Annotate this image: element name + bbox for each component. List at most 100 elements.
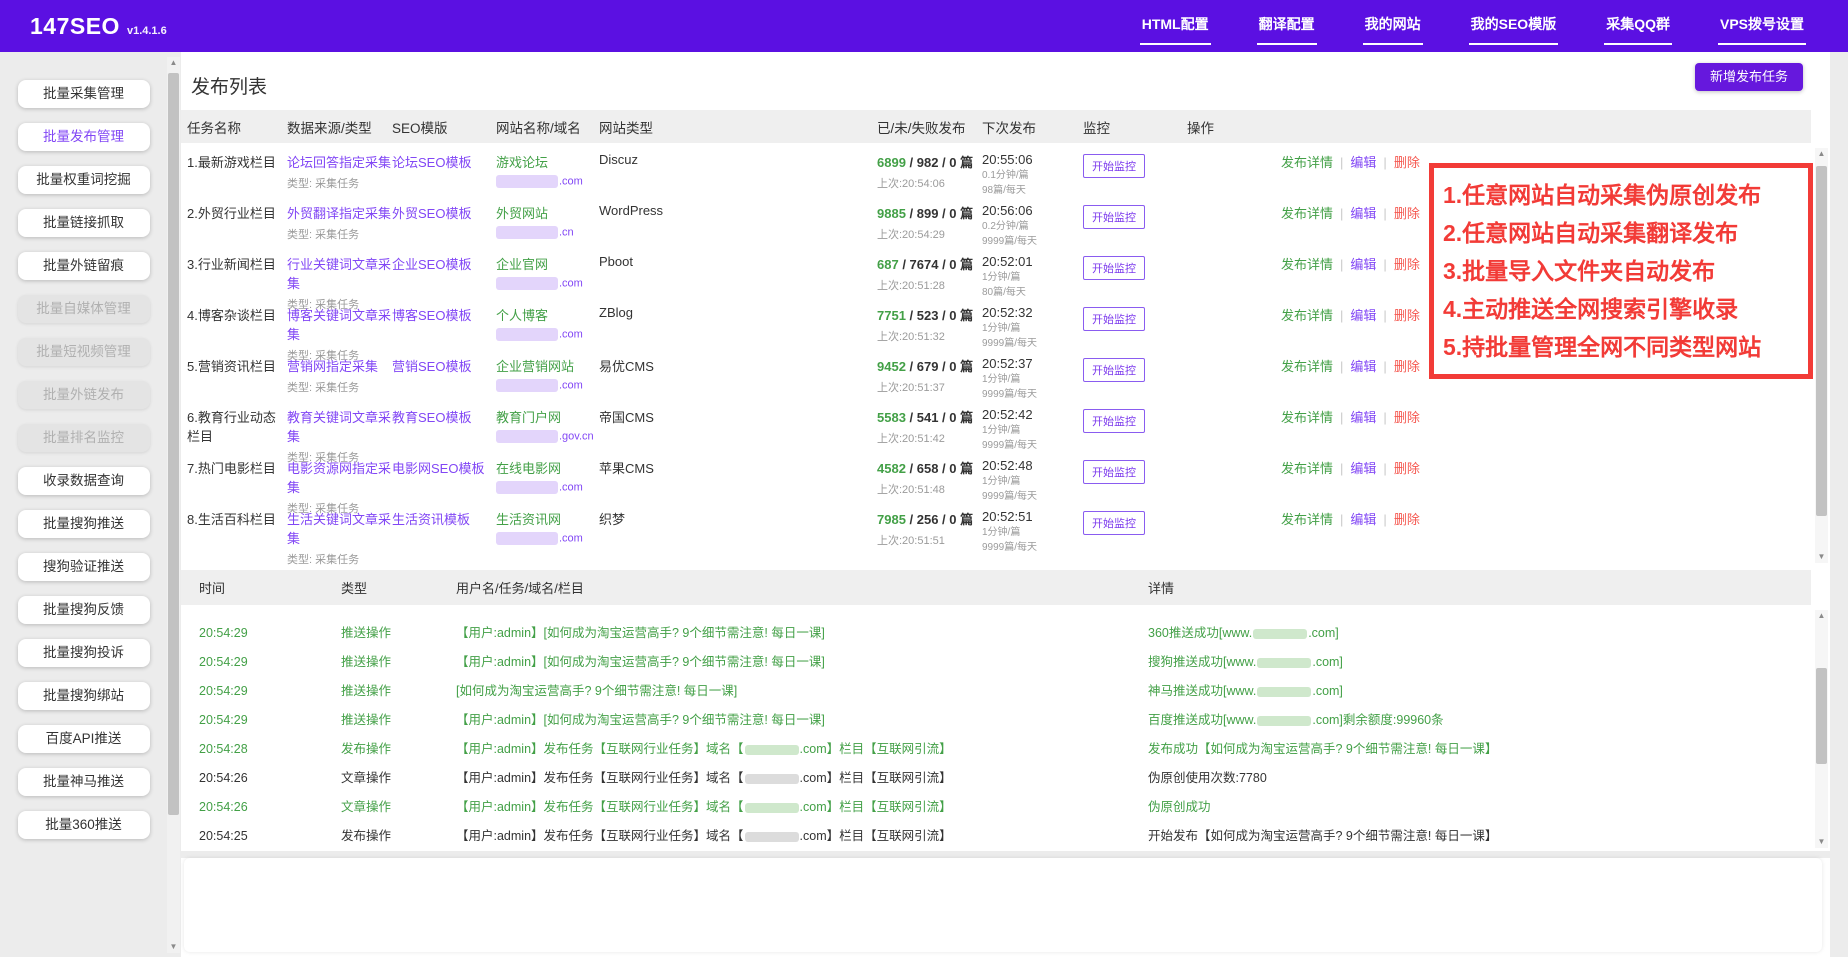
template-link[interactable]: 企业SEO模板 bbox=[392, 257, 471, 272]
site-domain[interactable]: .com bbox=[496, 481, 599, 494]
domain-suffix: .com bbox=[559, 328, 583, 340]
start-monitor-button[interactable]: 开始监控 bbox=[1083, 511, 1145, 535]
sidebar-item-13[interactable]: 批量搜狗反馈 bbox=[18, 596, 150, 624]
publish-detail-link[interactable]: 发布详情 bbox=[1281, 155, 1333, 170]
sidebar-item-10[interactable]: 收录数据查询 bbox=[18, 467, 150, 495]
published-count: 5583 bbox=[877, 410, 906, 425]
scroll-down-icon[interactable]: ▼ bbox=[167, 941, 180, 953]
nav-item-1[interactable]: HTML配置 bbox=[1140, 8, 1211, 45]
sidebar-item-3[interactable]: 批量权重词挖掘 bbox=[18, 166, 150, 194]
sidebar-item-14[interactable]: 批量搜狗投诉 bbox=[18, 639, 150, 667]
edit-link[interactable]: 编辑 bbox=[1350, 410, 1376, 425]
source-link[interactable]: 论坛回答指定采集 bbox=[287, 152, 392, 171]
scrollbar-thumb[interactable] bbox=[168, 73, 179, 815]
nav-item-6[interactable]: VPS拨号设置 bbox=[1718, 8, 1806, 45]
sidebar-scrollbar[interactable]: ▲ ▼ bbox=[167, 57, 180, 953]
template-link[interactable]: 教育SEO模板 bbox=[392, 410, 471, 425]
sidebar-item-18[interactable]: 批量360推送 bbox=[18, 811, 150, 839]
start-monitor-button[interactable]: 开始监控 bbox=[1083, 154, 1145, 178]
delete-link[interactable]: 删除 bbox=[1394, 257, 1420, 272]
delete-link[interactable]: 删除 bbox=[1394, 512, 1420, 527]
scroll-up-icon[interactable]: ▲ bbox=[1815, 148, 1828, 160]
delete-link[interactable]: 删除 bbox=[1394, 308, 1420, 323]
redacted-domain bbox=[1257, 687, 1311, 697]
publish-detail-link[interactable]: 发布详情 bbox=[1281, 206, 1333, 221]
publish-detail-link[interactable]: 发布详情 bbox=[1281, 410, 1333, 425]
site-domain[interactable]: .com bbox=[496, 328, 599, 341]
publish-detail-link[interactable]: 发布详情 bbox=[1281, 512, 1333, 527]
log-time: 20:54:29 bbox=[199, 619, 341, 648]
nav-item-4[interactable]: 我的SEO模版 bbox=[1469, 8, 1559, 45]
nav-item-2[interactable]: 翻译配置 bbox=[1257, 8, 1317, 45]
sidebar-item-2[interactable]: 批量发布管理 bbox=[18, 123, 150, 151]
site-domain[interactable]: .cn bbox=[496, 226, 599, 239]
delete-link[interactable]: 删除 bbox=[1394, 461, 1420, 476]
edit-link[interactable]: 编辑 bbox=[1350, 359, 1376, 374]
start-monitor-button[interactable]: 开始监控 bbox=[1083, 256, 1145, 280]
sidebar-item-4[interactable]: 批量链接抓取 bbox=[18, 209, 150, 237]
scrollbar-thumb[interactable] bbox=[1816, 166, 1827, 516]
task-name: 8.生活百科栏目 bbox=[187, 509, 287, 567]
redacted-domain bbox=[496, 328, 558, 341]
app-logo-text: 147SEO bbox=[30, 13, 120, 40]
start-monitor-button[interactable]: 开始监控 bbox=[1083, 409, 1145, 433]
site-domain[interactable]: .gov.cn bbox=[496, 430, 599, 443]
template-link[interactable]: 外贸SEO模板 bbox=[392, 206, 471, 221]
delete-link[interactable]: 删除 bbox=[1394, 359, 1420, 374]
task-table-scrollbar[interactable]: ▲ ▼ bbox=[1815, 148, 1828, 563]
source-link[interactable]: 电影资源网指定采集 bbox=[287, 458, 392, 496]
sidebar-item-17[interactable]: 批量神马推送 bbox=[18, 768, 150, 796]
nav-item-5[interactable]: 采集QQ群 bbox=[1604, 8, 1672, 45]
scroll-up-icon[interactable]: ▲ bbox=[167, 57, 180, 69]
publish-detail-link[interactable]: 发布详情 bbox=[1281, 359, 1333, 374]
sidebar-item-11[interactable]: 批量搜狗推送 bbox=[18, 510, 150, 538]
source-link[interactable]: 生活关键词文章采集 bbox=[287, 509, 392, 547]
template-link[interactable]: 博客SEO模板 bbox=[392, 308, 471, 323]
sidebar-item-1[interactable]: 批量采集管理 bbox=[18, 80, 150, 108]
template-link[interactable]: 营销SEO模板 bbox=[392, 359, 471, 374]
log-table-scrollbar[interactable]: ▲ ▼ bbox=[1815, 610, 1828, 848]
edit-link[interactable]: 编辑 bbox=[1350, 206, 1376, 221]
publish-detail-link[interactable]: 发布详情 bbox=[1281, 461, 1333, 476]
scroll-up-icon[interactable]: ▲ bbox=[1815, 610, 1828, 622]
edit-link[interactable]: 编辑 bbox=[1350, 461, 1376, 476]
last-publish-time: 上次:20:51:37 bbox=[877, 379, 982, 395]
source-link[interactable]: 行业关键词文章采集 bbox=[287, 254, 392, 292]
scroll-down-icon[interactable]: ▼ bbox=[1815, 836, 1828, 848]
edit-link[interactable]: 编辑 bbox=[1350, 512, 1376, 527]
scrollbar-thumb[interactable] bbox=[1816, 668, 1827, 764]
nav-item-3[interactable]: 我的网站 bbox=[1363, 8, 1423, 45]
template-link[interactable]: 电影网SEO模板 bbox=[392, 461, 484, 476]
template-link[interactable]: 生活资讯模板 bbox=[392, 512, 470, 527]
counts-line: 687 / 7674 / 0 篇 bbox=[877, 254, 982, 273]
site-domain[interactable]: .com bbox=[496, 379, 599, 392]
template-link[interactable]: 论坛SEO模板 bbox=[392, 155, 471, 170]
publish-detail-link[interactable]: 发布详情 bbox=[1281, 257, 1333, 272]
start-monitor-button[interactable]: 开始监控 bbox=[1083, 307, 1145, 331]
delete-link[interactable]: 删除 bbox=[1394, 206, 1420, 221]
site-cell: 教育门户网.gov.cn bbox=[496, 407, 599, 465]
scroll-down-icon[interactable]: ▼ bbox=[1815, 551, 1828, 563]
source-link[interactable]: 教育关键词文章采集 bbox=[287, 407, 392, 445]
add-publish-task-button[interactable]: 新增发布任务 bbox=[1695, 63, 1803, 91]
publish-detail-link[interactable]: 发布详情 bbox=[1281, 308, 1333, 323]
delete-link[interactable]: 删除 bbox=[1394, 410, 1420, 425]
sidebar-item-5[interactable]: 批量外链留痕 bbox=[18, 252, 150, 280]
edit-link[interactable]: 编辑 bbox=[1350, 257, 1376, 272]
start-monitor-button[interactable]: 开始监控 bbox=[1083, 460, 1145, 484]
sidebar-item-15[interactable]: 批量搜狗绑站 bbox=[18, 682, 150, 710]
sidebar-item-16[interactable]: 百度API推送 bbox=[18, 725, 150, 753]
edit-link[interactable]: 编辑 bbox=[1350, 308, 1376, 323]
start-monitor-button[interactable]: 开始监控 bbox=[1083, 358, 1145, 382]
source-link[interactable]: 营销网指定采集 bbox=[287, 356, 392, 375]
source-link[interactable]: 外贸翻译指定采集 bbox=[287, 203, 392, 222]
edit-link[interactable]: 编辑 bbox=[1350, 155, 1376, 170]
site-domain[interactable]: .com bbox=[496, 277, 599, 290]
source-link[interactable]: 博客关键词文章采集 bbox=[287, 305, 392, 343]
delete-link[interactable]: 删除 bbox=[1394, 155, 1420, 170]
site-domain[interactable]: .com bbox=[496, 532, 599, 545]
start-monitor-button[interactable]: 开始监控 bbox=[1083, 205, 1145, 229]
redacted-domain bbox=[496, 481, 558, 494]
site-domain[interactable]: .com bbox=[496, 175, 599, 188]
sidebar-item-12[interactable]: 搜狗验证推送 bbox=[18, 553, 150, 581]
